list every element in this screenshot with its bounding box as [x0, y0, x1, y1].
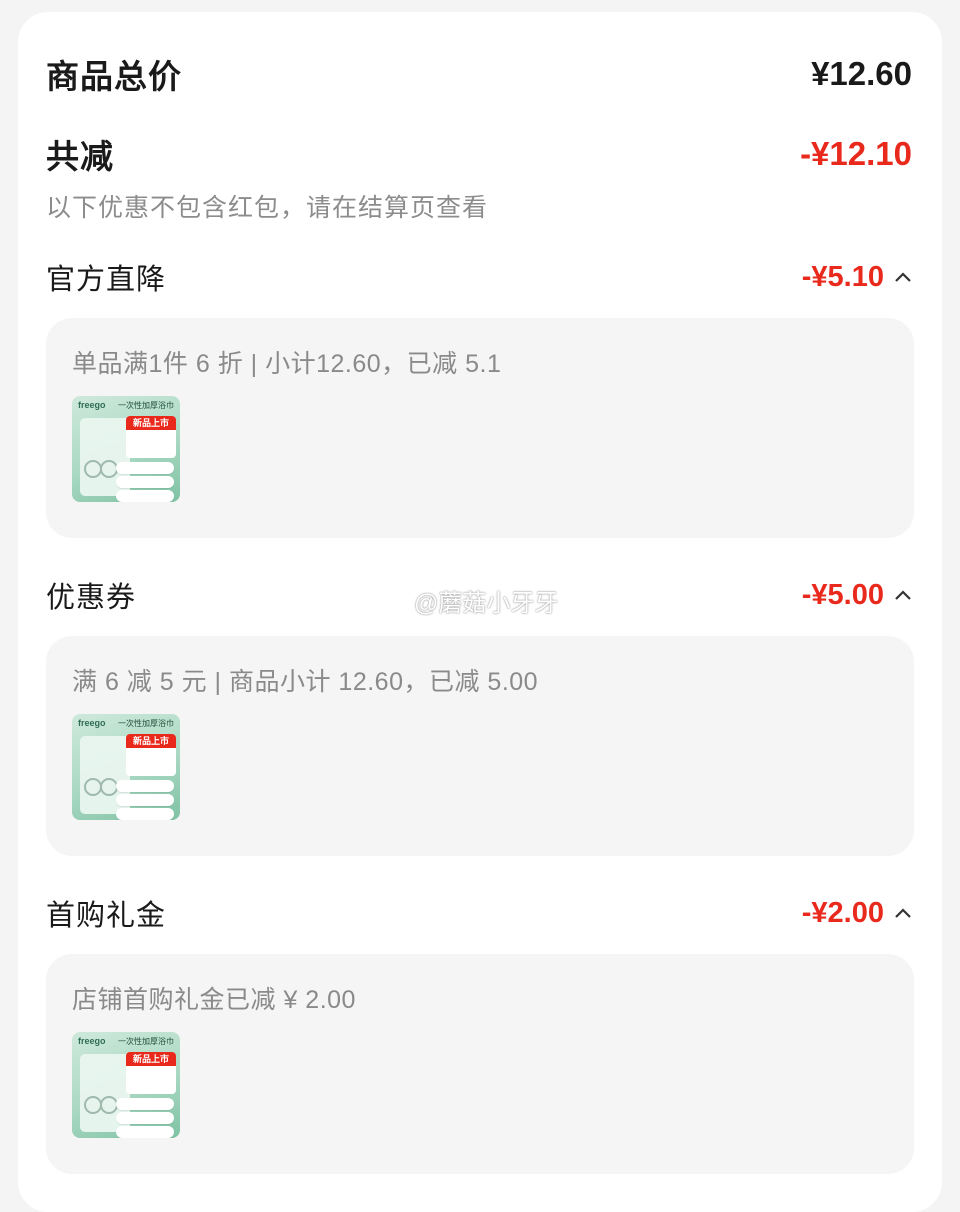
product-thumbnail[interactable]: freego 一次性加厚浴巾 新品上市 [72, 396, 180, 502]
section-amount: -¥2.00 [802, 897, 912, 930]
total-row: 商品总价 ¥12.60 [46, 50, 912, 98]
towel-image [116, 490, 174, 502]
section-detail-text: 满 6 减 5 元 | 商品小计 12.60，已减 5.00 [72, 668, 539, 696]
total-value: ¥12.60 [811, 55, 912, 92]
section-amount-value: -¥5.10 [801, 260, 884, 293]
section-amount-value: -¥2.00 [801, 896, 884, 929]
watermark: @蘑菇小牙牙 [414, 590, 559, 617]
thumb-brand: freego [78, 400, 106, 410]
badge-text: 新品上市 [126, 1052, 176, 1066]
product-thumbnail[interactable]: freego 一次性加厚浴巾 新品上市 [72, 1032, 180, 1138]
new-badge: 新品上市 [126, 1052, 176, 1094]
section-detail-panel: 单品满1件 6 折 | 小计12.60，已减 5.1 freego 一次性加厚浴… [46, 318, 914, 538]
discount-row: 共减 -¥12.10 [46, 130, 912, 178]
towel-image [116, 1126, 174, 1138]
section-detail-panel: 店铺首购礼金已减 ¥ 2.00 freego 一次性加厚浴巾 新品上市 [46, 954, 914, 1174]
discount-value: -¥12.10 [800, 135, 912, 172]
section-title: 首购礼金 [46, 900, 167, 932]
new-badge: 新品上市 [126, 734, 176, 776]
chevron-up-icon[interactable] [894, 588, 912, 602]
section-detail-text: 单品满1件 6 折 | 小计12.60，已减 5.1 [72, 350, 502, 378]
discount-label: 共减 [46, 138, 114, 175]
section-detail-text: 店铺首购礼金已减 ¥ 2.00 [72, 986, 356, 1014]
product-thumbnail[interactable]: freego 一次性加厚浴巾 新品上市 [72, 714, 180, 820]
thumb-label: 一次性加厚浴巾 [118, 1037, 174, 1046]
badge-text: 新品上市 [126, 416, 176, 430]
thumb-label: 一次性加厚浴巾 [118, 401, 174, 410]
thumb-brand: freego [78, 718, 106, 728]
section-detail-panel: 满 6 减 5 元 | 商品小计 12.60，已减 5.00 freego 一次… [46, 636, 914, 856]
chevron-up-icon[interactable] [894, 270, 912, 284]
towel-image [116, 808, 174, 820]
section-amount-value: -¥5.00 [801, 578, 884, 611]
towel-image [116, 1098, 174, 1110]
towel-image [116, 462, 174, 474]
section-header-official[interactable]: 官方直降 -¥5.10 [46, 256, 912, 298]
towel-image [116, 476, 174, 488]
section-amount: -¥5.00 [802, 579, 912, 612]
thumb-brand: freego [78, 1036, 106, 1046]
chevron-up-icon[interactable] [894, 906, 912, 920]
thumb-label: 一次性加厚浴巾 [118, 719, 174, 728]
section-amount: -¥5.10 [802, 261, 912, 294]
section-header-first-purchase[interactable]: 首购礼金 -¥2.00 [46, 892, 912, 934]
discount-note: 以下优惠不包含红包，请在结算页查看 [46, 194, 489, 222]
towel-image [116, 1112, 174, 1124]
section-title: 优惠券 [46, 582, 137, 614]
badge-text: 新品上市 [126, 734, 176, 748]
new-badge: 新品上市 [126, 416, 176, 458]
total-label: 商品总价 [46, 58, 182, 95]
section-title: 官方直降 [46, 264, 167, 296]
towel-image [116, 780, 174, 792]
towel-image [116, 794, 174, 806]
